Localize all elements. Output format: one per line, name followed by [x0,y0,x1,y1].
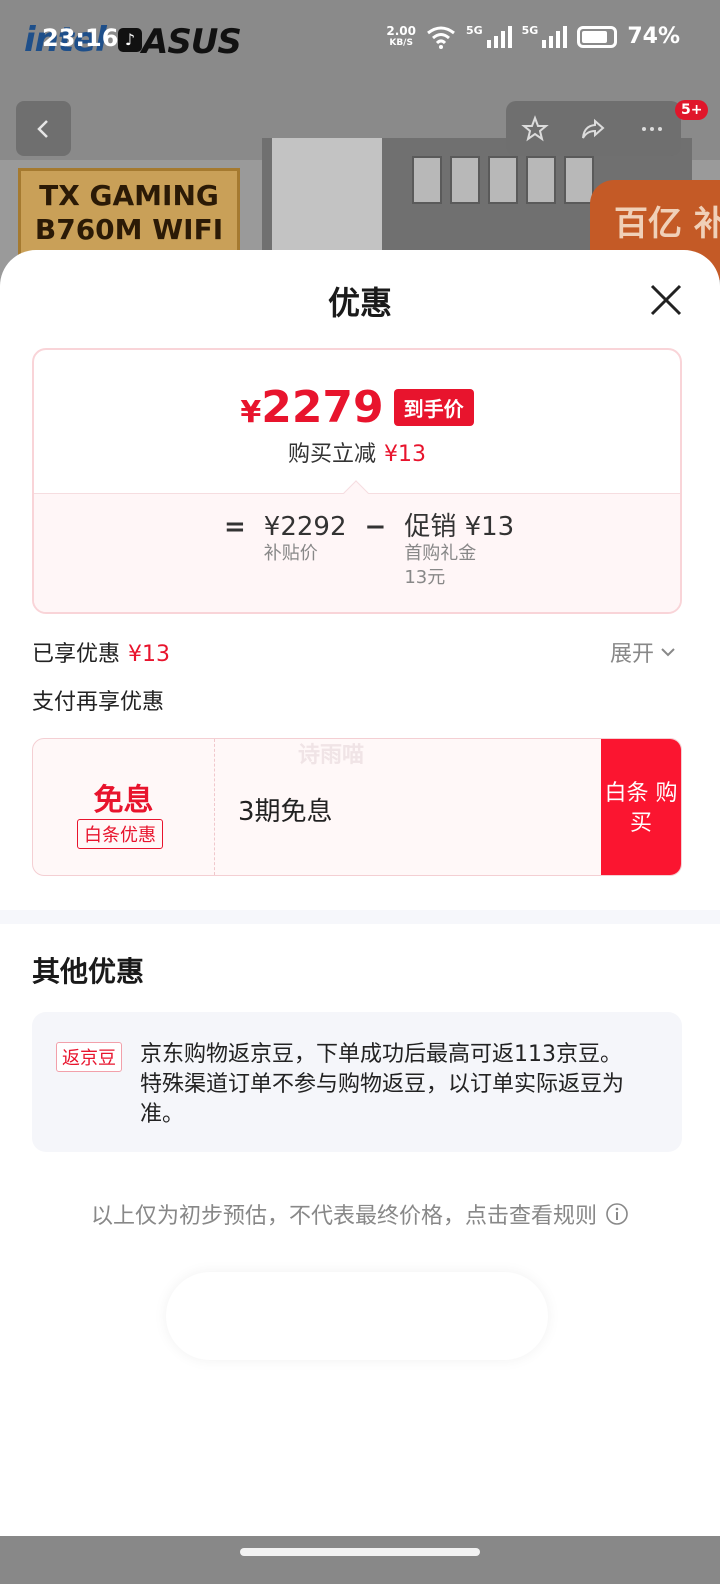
jd-bean-card: 返京豆 京东购物返京豆，下单成功后最高可返113京豆。特殊渠道订单不参与购物返豆… [32,1012,682,1152]
info-icon [606,1203,628,1225]
enjoyed-discount: 已享优惠 ¥13 [32,642,171,667]
battery-icon [577,25,618,48]
price-disclaimer[interactable]: 以上仅为初步预估，不代表最终价格，点击查看规则 [0,1198,720,1230]
jd-bean-text: 京东购物返京豆，下单成功后最高可返113京豆。特殊渠道订单不参与购物返豆，以订单… [140,1042,625,1127]
signal-icon [542,25,568,48]
network-speed: 2.00 KB/S [386,23,416,48]
subsidy-price: ¥2292 [263,512,347,542]
price-calculation: = ¥2292 补贴价 − 促销 ¥13 首购礼金 13元 [224,512,515,588]
final-price: ¥2279 [240,382,384,433]
price-breakdown-card: ¥2279 到手价 购买立减 ¥13 = ¥2292 补贴价 − 促销 ¥13 首… [32,348,682,614]
more-icon[interactable] [638,115,666,143]
close-icon[interactable] [646,280,686,320]
top-actions [506,101,681,156]
asus-logo: ASUS [142,22,242,62]
share-icon[interactable] [579,115,607,143]
battery-percent: 74% [627,24,680,49]
final-price-tag: 到手价 [393,389,474,426]
wifi-icon [427,26,455,49]
home-indicator[interactable] [240,1548,480,1556]
chevron-down-icon [661,648,675,657]
sheet-title: 优惠 [327,284,392,322]
status-time: 23:16 [42,24,119,52]
back-button[interactable] [16,101,71,156]
chevron-left-icon [36,119,48,138]
baitiao-offer-card[interactable]: 免息 白条优惠 诗雨喵 3期免息 白条 购买 [32,738,682,876]
discount-sheet: 优惠 ¥2279 到手价 购买立减¥13 = ¥2292 补贴价 − 促销 ¥ [0,250,720,1550]
expand-button[interactable]: 展开 [610,636,676,668]
floating-pill [166,1272,548,1360]
other-offers-title: 其他优惠 [32,955,145,988]
instant-reduction: 购买立减 ¥13 [287,442,426,467]
tiktok-icon: ♪ [118,28,142,52]
notification-badge: 5+ [675,100,709,120]
baitiao-buy-button[interactable]: 白条 购买 [601,739,681,875]
promo-value: 促销 ¥13 [404,512,515,542]
interest-free-label: 免息 [93,783,154,818]
installment-desc: 3期免息 [238,797,333,827]
status-bar: intel 23:16 ♪ ASUS 2.00 KB/S 5G 5G 74% [24,20,680,62]
baitiao-tag: 白条优惠 [77,819,163,849]
pay-discount-title: 支付再享优惠 [32,690,165,715]
gesture-bar [0,1536,720,1584]
watermark: 诗雨喵 [298,743,365,768]
jd-bean-tag: 返京豆 [56,1042,122,1072]
section-divider [0,910,720,924]
signal-icon [486,25,512,48]
star-icon[interactable] [521,114,549,143]
